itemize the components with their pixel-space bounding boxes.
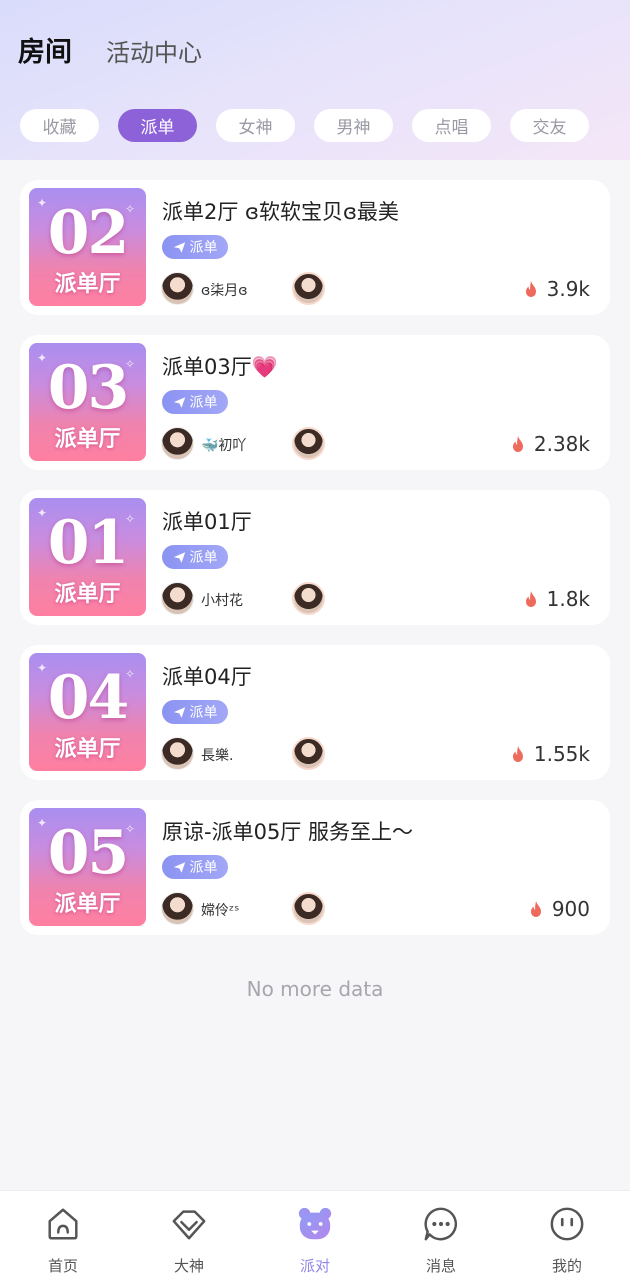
room-thumbnail: ✦ ✧ 01 派单厅 bbox=[29, 498, 146, 616]
room-card[interactable]: ✦ ✧ 01 派单厅 派单01厅 派单 小村花 1.8k bbox=[20, 490, 610, 625]
bottom-nav: 首页 大神 派对 消息 我的 bbox=[0, 1190, 630, 1280]
dispatch-badge: 派单 bbox=[162, 545, 228, 569]
room-card[interactable]: ✦ ✧ 05 派单厅 原谅-派单05厅 服务至上～ 派单 嫦伶ᶻˢ 900 bbox=[20, 800, 610, 935]
room-heat: 1.55k bbox=[510, 742, 590, 766]
chip-sing[interactable]: 点唱 bbox=[412, 109, 491, 142]
nav-home[interactable]: 首页 bbox=[0, 1191, 126, 1280]
heat-value: 1.8k bbox=[546, 587, 590, 611]
top-tabs: 房间 活动中心 bbox=[18, 30, 202, 69]
nav-label: 首页 bbox=[47, 1257, 78, 1275]
heart-diamond-icon bbox=[172, 1210, 206, 1240]
fire-icon bbox=[530, 901, 541, 917]
dispatch-badge: 派单 bbox=[162, 235, 228, 259]
room-card[interactable]: ✦ ✧ 04 派单厅 派单04厅 派单 長樂. 1.55k bbox=[20, 645, 610, 780]
no-more-data: No more data bbox=[246, 977, 384, 1001]
room-number: 05 bbox=[47, 818, 130, 888]
host-avatar[interactable] bbox=[161, 737, 194, 770]
nav-party[interactable]: 派对 bbox=[252, 1191, 378, 1280]
chip-favorites[interactable]: 收藏 bbox=[20, 109, 99, 142]
paper-plane-icon bbox=[173, 241, 185, 253]
room-thumbnail: ✦ ✧ 03 派单厅 bbox=[29, 343, 146, 461]
fire-icon bbox=[525, 281, 536, 297]
nav-messages[interactable]: 消息 bbox=[378, 1191, 504, 1280]
room-title: 原谅-派单05厅 服务至上～ bbox=[162, 820, 413, 844]
room-hall-label: 派单厅 bbox=[54, 737, 121, 762]
seat-avatar[interactable] bbox=[292, 582, 325, 615]
badge-label: 派单 bbox=[189, 550, 218, 566]
room-thumbnail: ✦ ✧ 04 派单厅 bbox=[29, 653, 146, 771]
room-title: 派单2厅 ɞ软软宝贝ɞ最美 bbox=[162, 200, 399, 224]
room-title: 派单04厅 bbox=[162, 665, 252, 689]
room-thumbnail: ✦ ✧ 05 派单厅 bbox=[29, 808, 146, 926]
paper-plane-icon bbox=[173, 861, 185, 873]
room-hall-label: 派单厅 bbox=[54, 427, 121, 452]
room-card[interactable]: ✦ ✧ 03 派单厅 派单03厅💗 派单 🐳初吖 2.38k bbox=[20, 335, 610, 470]
room-number: 01 bbox=[47, 508, 130, 578]
fire-icon bbox=[512, 746, 523, 762]
category-chips: 收藏 派单 女神 男神 点唱 交友 bbox=[20, 109, 589, 142]
nav-label: 我的 bbox=[551, 1257, 582, 1275]
nav-label: 消息 bbox=[425, 1257, 456, 1275]
room-hall-label: 派单厅 bbox=[54, 582, 121, 607]
tab-activity-center[interactable]: 活动中心 bbox=[106, 33, 202, 68]
host-avatar[interactable] bbox=[161, 272, 194, 305]
room-title: 派单01厅 bbox=[162, 510, 252, 534]
seat-avatar[interactable] bbox=[292, 272, 325, 305]
host-avatar[interactable] bbox=[161, 427, 194, 460]
chip-god[interactable]: 男神 bbox=[314, 109, 393, 142]
tab-rooms[interactable]: 房间 bbox=[18, 30, 72, 69]
paper-plane-icon bbox=[173, 396, 185, 408]
host-name: 小村花 bbox=[201, 593, 243, 609]
fire-icon bbox=[525, 591, 536, 607]
room-number: 04 bbox=[47, 663, 130, 733]
header: 房间 活动中心 收藏 派单 女神 男神 点唱 交友 bbox=[0, 0, 630, 160]
seat-avatar[interactable] bbox=[292, 892, 325, 925]
home-icon bbox=[48, 1208, 78, 1240]
bear-icon bbox=[298, 1207, 332, 1240]
dispatch-badge: 派单 bbox=[162, 390, 228, 414]
host-name: 長樂. bbox=[201, 748, 234, 764]
room-heat: 1.8k bbox=[523, 587, 590, 611]
chip-dispatch[interactable]: 派单 bbox=[118, 109, 197, 142]
paper-plane-icon bbox=[173, 706, 185, 718]
chat-icon bbox=[424, 1207, 457, 1241]
badge-label: 派单 bbox=[189, 860, 218, 876]
room-thumbnail: ✦ ✧ 02 派单厅 bbox=[29, 188, 146, 306]
badge-label: 派单 bbox=[189, 705, 218, 721]
room-heat: 2.38k bbox=[510, 432, 590, 456]
host-name: 🐳初吖 bbox=[201, 438, 247, 454]
nav-label: 大神 bbox=[173, 1257, 204, 1275]
badge-label: 派单 bbox=[189, 395, 218, 411]
dispatch-badge: 派单 bbox=[162, 700, 228, 724]
room-title: 派单03厅💗 bbox=[162, 355, 278, 379]
host-avatar[interactable] bbox=[161, 892, 194, 925]
heat-value: 900 bbox=[551, 897, 590, 921]
heat-value: 3.9k bbox=[546, 277, 590, 301]
dispatch-badge: 派单 bbox=[162, 855, 228, 879]
room-hall-label: 派单厅 bbox=[54, 272, 121, 297]
seat-avatar[interactable] bbox=[292, 427, 325, 460]
host-name: 嫦伶ᶻˢ bbox=[201, 903, 240, 919]
chip-goddess[interactable]: 女神 bbox=[216, 109, 295, 142]
fire-icon bbox=[512, 436, 523, 452]
room-number: 03 bbox=[47, 353, 130, 423]
nav-label: 派对 bbox=[299, 1257, 330, 1275]
room-card[interactable]: ✦ ✧ 02 派单厅 派单2厅 ɞ软软宝贝ɞ最美 派单 ɞ柒月ɞ 3.9k bbox=[20, 180, 610, 315]
room-heat: 3.9k bbox=[523, 277, 590, 301]
heat-value: 1.55k bbox=[533, 742, 590, 766]
face-icon bbox=[550, 1207, 584, 1241]
chip-friends[interactable]: 交友 bbox=[510, 109, 589, 142]
room-list: ✦ ✧ 02 派单厅 派单2厅 ɞ软软宝贝ɞ最美 派单 ɞ柒月ɞ 3.9k ✦ … bbox=[20, 180, 610, 955]
heat-value: 2.38k bbox=[533, 432, 590, 456]
host-avatar[interactable] bbox=[161, 582, 194, 615]
badge-label: 派单 bbox=[189, 240, 218, 256]
seat-avatar[interactable] bbox=[292, 737, 325, 770]
room-hall-label: 派单厅 bbox=[54, 892, 121, 917]
host-name: ɞ柒月ɞ bbox=[201, 283, 248, 299]
nav-gods[interactable]: 大神 bbox=[126, 1191, 252, 1280]
room-heat: 900 bbox=[528, 897, 590, 921]
nav-me[interactable]: 我的 bbox=[504, 1191, 630, 1280]
paper-plane-icon bbox=[173, 551, 185, 563]
room-number: 02 bbox=[47, 198, 130, 268]
